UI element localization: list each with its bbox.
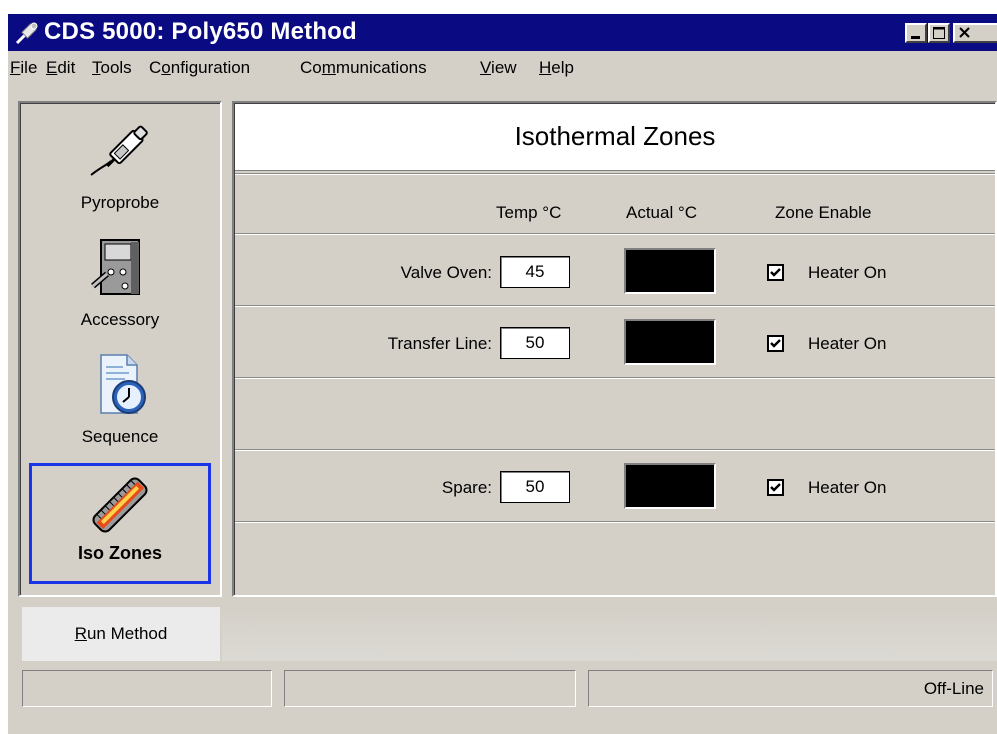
status-panel-1 [22, 670, 272, 707]
probe-app-icon [15, 22, 38, 45]
valve-oven-temp-input[interactable]: 45 [500, 256, 570, 288]
divider [235, 449, 995, 451]
spare-actual-display [624, 463, 716, 509]
zone-label-transfer-line: Transfer Line: [387, 334, 492, 353]
iso-zones-icon [92, 477, 148, 533]
divider [235, 233, 995, 235]
sidebar-item-label: Sequence [81, 427, 159, 446]
divider [235, 521, 995, 523]
checkmark-icon [770, 483, 781, 492]
zone-label-spare: Spare: [441, 478, 492, 497]
menu-bar: File Edit Tools Configuration Communicat… [8, 51, 997, 83]
divider [235, 305, 995, 307]
spare-temp-input[interactable]: 50 [500, 471, 570, 503]
transfer-line-actual-display [624, 319, 716, 365]
pyroprobe-icon [90, 125, 148, 176]
column-header-temp: Temp °C [496, 203, 562, 222]
checkmark-icon [770, 268, 781, 277]
divider [235, 173, 995, 175]
button-bar-background [222, 607, 997, 661]
maximize-icon [933, 27, 945, 39]
checkmark-icon [770, 339, 781, 348]
menu-file[interactable]: File [10, 58, 37, 78]
title-bar[interactable]: CDS 5000: Poly650 Method [8, 14, 997, 51]
connection-status: Off-Line [588, 670, 993, 707]
panel-title: Isothermal Zones [235, 104, 995, 171]
application-window: CDS 5000: Poly650 Method File Edit Tools… [8, 14, 997, 734]
menu-view[interactable]: View [480, 58, 517, 78]
column-header-actual: Actual °C [626, 203, 698, 222]
accessory-icon [91, 239, 140, 295]
sidebar-item-label: Accessory [80, 310, 160, 329]
module-sidebar: Pyroprobe Accessory Sequence Iso Zones [18, 101, 222, 597]
zone-label-valve-oven: Valve Oven: [400, 263, 492, 282]
minimize-icon [911, 36, 920, 39]
menu-configuration[interactable]: Configuration [149, 58, 250, 78]
transfer-line-heater-checkbox[interactable] [767, 335, 784, 352]
transfer-line-temp-input[interactable]: 50 [500, 327, 570, 359]
transfer-line-heater-label: Heater On [808, 334, 887, 353]
sidebar-item-sequence[interactable]: Sequence [20, 351, 220, 447]
close-icon [959, 27, 970, 38]
divider [235, 377, 995, 379]
close-button[interactable] [953, 23, 997, 43]
valve-oven-actual-display [624, 248, 716, 294]
sidebar-item-label: Pyroprobe [80, 193, 160, 212]
menu-edit[interactable]: Edit [46, 58, 75, 78]
sidebar-item-label: Iso Zones [77, 543, 162, 563]
menu-tools[interactable]: Tools [92, 58, 132, 78]
sidebar-item-accessory[interactable]: Accessory [20, 234, 220, 330]
window-title: CDS 5000: Poly650 Method [44, 18, 357, 45]
maximize-button[interactable] [928, 23, 950, 43]
spare-heater-checkbox[interactable] [767, 479, 784, 496]
run-method-button[interactable]: Run Method [22, 607, 220, 661]
sidebar-item-iso-zones[interactable]: Iso Zones [29, 463, 211, 584]
sequence-icon [100, 354, 146, 414]
menu-communications[interactable]: Communications [300, 58, 427, 78]
spare-heater-label: Heater On [808, 478, 887, 497]
minimize-button[interactable] [905, 23, 927, 43]
menu-help[interactable]: Help [539, 58, 574, 78]
column-header-zone-enable: Zone Enable [775, 203, 872, 222]
valve-oven-heater-checkbox[interactable] [767, 264, 784, 281]
status-panel-2 [284, 670, 576, 707]
sidebar-item-pyroprobe[interactable]: Pyroprobe [20, 117, 220, 213]
isothermal-zones-panel: Isothermal Zones Temp °C Actual °C Zone … [232, 101, 997, 597]
valve-oven-heater-label: Heater On [808, 263, 887, 282]
